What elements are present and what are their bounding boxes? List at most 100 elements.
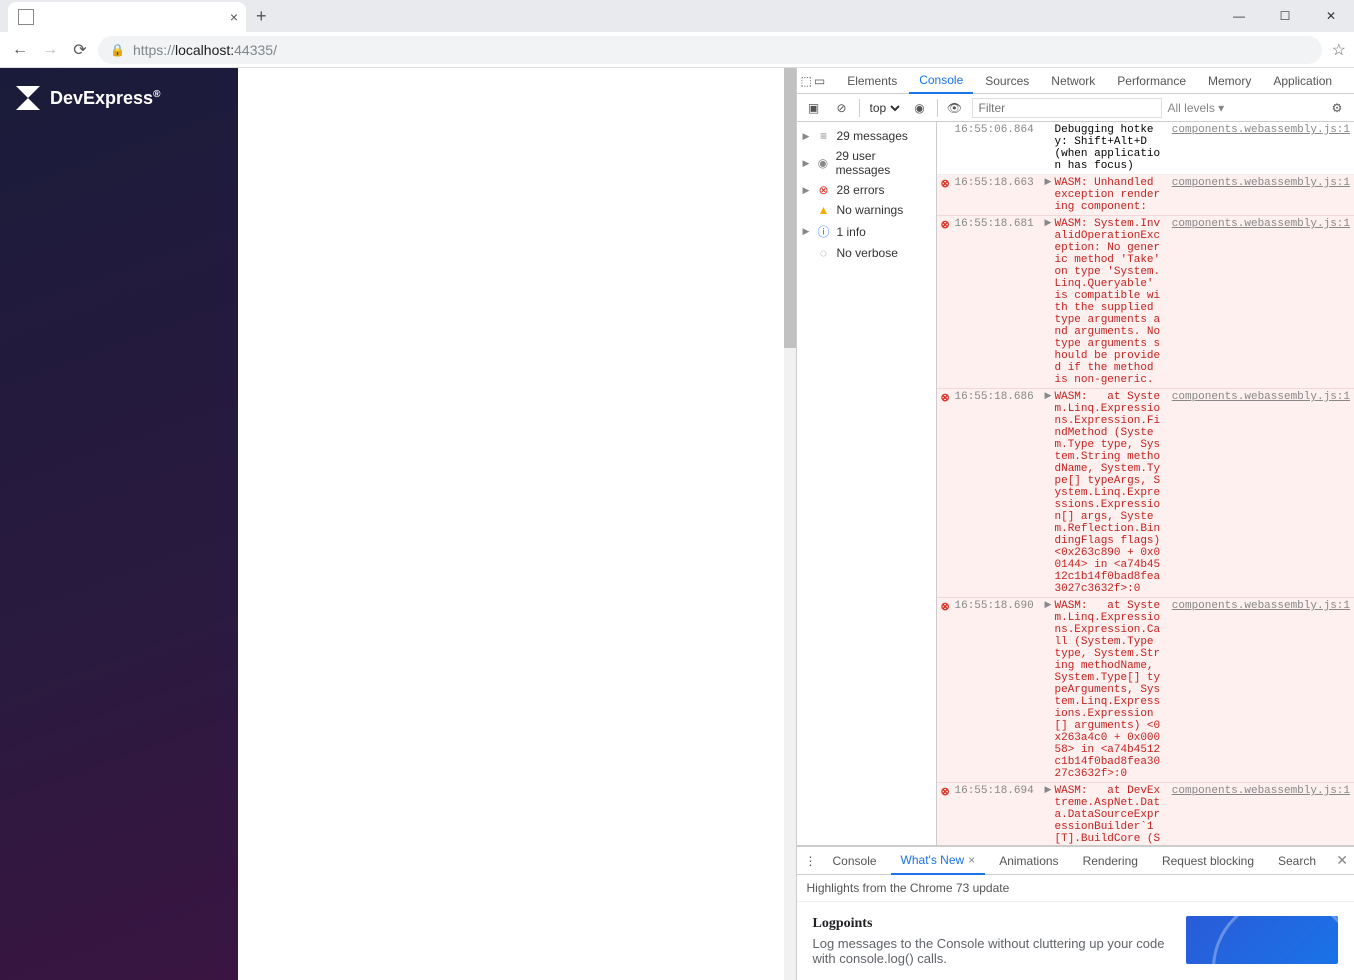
drawer-tabs: ⋮ Console What's New × Animations Render… bbox=[797, 847, 1354, 875]
console-message[interactable]: 16:55:18.663▶WASM: Unhandled exception r… bbox=[937, 175, 1354, 216]
expand-icon[interactable]: ▶ bbox=[1045, 177, 1055, 213]
message-source-link[interactable]: components.webassembly.js:1 bbox=[1172, 785, 1350, 845]
clear-console-icon[interactable]: ⊘ bbox=[831, 101, 853, 115]
sidebar-info[interactable]: ▶1 info bbox=[797, 220, 936, 243]
expand-icon[interactable]: ▶ bbox=[1045, 600, 1055, 780]
devtools-drawer: ⋮ Console What's New × Animations Render… bbox=[797, 846, 1354, 980]
sidebar-messages[interactable]: ▶29 messages bbox=[797, 126, 936, 146]
close-whatsnew-icon[interactable]: × bbox=[968, 853, 975, 867]
bookmark-star-icon[interactable]: ☆ bbox=[1332, 40, 1346, 60]
console-sidebar: ▶29 messages ▶29 user messages ▶28 error… bbox=[797, 122, 937, 845]
address-bar[interactable]: 🔒 https://localhost:44335/ bbox=[98, 36, 1322, 64]
sidebar-warnings[interactable]: No warnings bbox=[797, 200, 936, 220]
console-toolbar: ▣ ⊘ top ◉ 👁 All levels ▾ ⚙ bbox=[797, 94, 1354, 122]
message-source-link[interactable]: components.webassembly.js:1 bbox=[1172, 124, 1350, 172]
message-body: WASM: at System.Linq.Expressions.Express… bbox=[1055, 600, 1164, 780]
drawer-tab-rendering[interactable]: Rendering bbox=[1073, 847, 1148, 875]
app-sidebar: DevExpress® bbox=[0, 68, 238, 980]
whatsnew-logpoints: Logpoints Log messages to the Console wi… bbox=[797, 902, 1354, 980]
devexpress-logo-icon bbox=[16, 86, 40, 110]
sidebar-verbose[interactable]: No verbose bbox=[797, 243, 936, 263]
browser-tab[interactable]: × bbox=[8, 2, 246, 32]
content-scrollbar[interactable] bbox=[784, 68, 796, 980]
sidebar-errors[interactable]: ▶28 errors bbox=[797, 180, 936, 200]
tab-elements[interactable]: Elements bbox=[837, 68, 907, 94]
window-titlebar: × + — ☐ ✕ bbox=[0, 0, 1354, 32]
drawer-tab-request-blocking[interactable]: Request blocking bbox=[1152, 847, 1264, 875]
tab-sources[interactable]: Sources bbox=[975, 68, 1039, 94]
message-timestamp: 16:55:18.681 bbox=[955, 218, 1045, 386]
filter-input[interactable] bbox=[972, 98, 1162, 118]
eye-icon[interactable]: ◉ bbox=[909, 101, 931, 115]
drawer-menu-icon[interactable]: ⋮ bbox=[803, 854, 819, 868]
console-messages[interactable]: 16:55:06.864Debugging hotkey: Shift+Alt+… bbox=[937, 122, 1354, 845]
error-icon bbox=[941, 600, 955, 780]
message-source-link[interactable]: components.webassembly.js:1 bbox=[1172, 600, 1350, 780]
back-button[interactable]: ← bbox=[8, 38, 32, 62]
message-timestamp: 16:55:06.864 bbox=[955, 124, 1045, 172]
drawer-tab-console[interactable]: Console bbox=[823, 847, 887, 875]
message-source-link[interactable]: components.webassembly.js:1 bbox=[1172, 177, 1350, 213]
console-sidebar-toggle-icon[interactable]: ▣ bbox=[803, 101, 825, 115]
console-message[interactable]: 16:55:18.694▶WASM: at DevExtreme.AspNet.… bbox=[937, 783, 1354, 845]
console-message[interactable]: 16:55:18.686▶WASM: at System.Linq.Expres… bbox=[937, 389, 1354, 598]
logpoints-illustration bbox=[1186, 916, 1338, 964]
inspect-icon[interactable]: ⬚ bbox=[801, 74, 812, 88]
page-content bbox=[238, 68, 796, 980]
close-tab-icon[interactable]: × bbox=[230, 9, 238, 25]
expand-icon[interactable]: ▶ bbox=[1045, 218, 1055, 386]
new-tab-button[interactable]: + bbox=[256, 6, 267, 27]
tab-network[interactable]: Network bbox=[1041, 68, 1105, 94]
message-body: WASM: at DevExtreme.AspNet.Data.DataSour… bbox=[1055, 785, 1164, 845]
message-body: Debugging hotkey: Shift+Alt+D (when appl… bbox=[1055, 124, 1164, 172]
page-url: https://localhost:44335/ bbox=[133, 42, 277, 58]
console-message[interactable]: 16:55:18.681▶WASM: System.InvalidOperati… bbox=[937, 216, 1354, 389]
log-levels-dropdown[interactable]: All levels ▾ bbox=[1168, 101, 1225, 115]
tab-memory[interactable]: Memory bbox=[1198, 68, 1261, 94]
logpoints-desc: Log messages to the Console without clut… bbox=[813, 936, 1167, 966]
drawer-tab-search[interactable]: Search bbox=[1268, 847, 1326, 875]
console-message[interactable]: 16:55:06.864Debugging hotkey: Shift+Alt+… bbox=[937, 122, 1354, 175]
sidebar-user-messages[interactable]: ▶29 user messages bbox=[797, 146, 936, 180]
message-timestamp: 16:55:18.663 bbox=[955, 177, 1045, 213]
tab-security[interactable]: Security bbox=[1344, 68, 1354, 94]
tab-performance[interactable]: Performance bbox=[1107, 68, 1196, 94]
brand-logo[interactable]: DevExpress® bbox=[0, 68, 238, 128]
message-body: WASM: Unhandled exception rendering comp… bbox=[1055, 177, 1164, 213]
error-icon bbox=[941, 391, 955, 595]
blank-icon bbox=[941, 124, 955, 172]
brand-name: DevExpress® bbox=[50, 88, 160, 109]
window-minimize-button[interactable]: — bbox=[1216, 0, 1262, 32]
message-timestamp: 16:55:18.694 bbox=[955, 785, 1045, 845]
drawer-tab-animations[interactable]: Animations bbox=[989, 847, 1068, 875]
forward-button: → bbox=[38, 38, 62, 62]
context-select[interactable]: top bbox=[866, 100, 903, 116]
device-toggle-icon[interactable]: ▭ bbox=[814, 74, 825, 88]
console-settings-icon[interactable]: ⚙ bbox=[1326, 101, 1348, 115]
message-source-link[interactable]: components.webassembly.js:1 bbox=[1172, 218, 1350, 386]
page-favicon bbox=[18, 9, 34, 25]
tab-console[interactable]: Console bbox=[909, 68, 973, 94]
window-close-button[interactable]: ✕ bbox=[1308, 0, 1354, 32]
devtools-tabs: ⬚ ▭ Elements Console Sources Network Per… bbox=[797, 68, 1354, 94]
tab-application[interactable]: Application bbox=[1263, 68, 1342, 94]
error-icon bbox=[941, 785, 955, 845]
console-message[interactable]: 16:55:18.690▶WASM: at System.Linq.Expres… bbox=[937, 598, 1354, 783]
window-maximize-button[interactable]: ☐ bbox=[1262, 0, 1308, 32]
live-expression-icon[interactable]: 👁 bbox=[944, 101, 966, 115]
message-source-link[interactable]: components.webassembly.js:1 bbox=[1172, 391, 1350, 595]
message-body: WASM: System.InvalidOperationException: … bbox=[1055, 218, 1164, 386]
logpoints-title: Logpoints bbox=[813, 916, 1167, 932]
message-timestamp: 16:55:18.690 bbox=[955, 600, 1045, 780]
drawer-close-icon[interactable]: ✕ bbox=[1336, 852, 1348, 869]
lock-icon: 🔒 bbox=[110, 43, 125, 57]
message-timestamp: 16:55:18.686 bbox=[955, 391, 1045, 595]
drawer-tab-whatsnew[interactable]: What's New × bbox=[891, 847, 986, 875]
expand-icon[interactable]: ▶ bbox=[1045, 391, 1055, 595]
expand-icon[interactable]: ▶ bbox=[1045, 785, 1055, 845]
expand-icon[interactable] bbox=[1045, 124, 1055, 172]
devtools-panel: ⬚ ▭ Elements Console Sources Network Per… bbox=[796, 68, 1354, 980]
browser-toolbar: ← → ⟳ 🔒 https://localhost:44335/ ☆ bbox=[0, 32, 1354, 68]
reload-button[interactable]: ⟳ bbox=[68, 38, 92, 62]
message-body: WASM: at System.Linq.Expressions.Express… bbox=[1055, 391, 1164, 595]
